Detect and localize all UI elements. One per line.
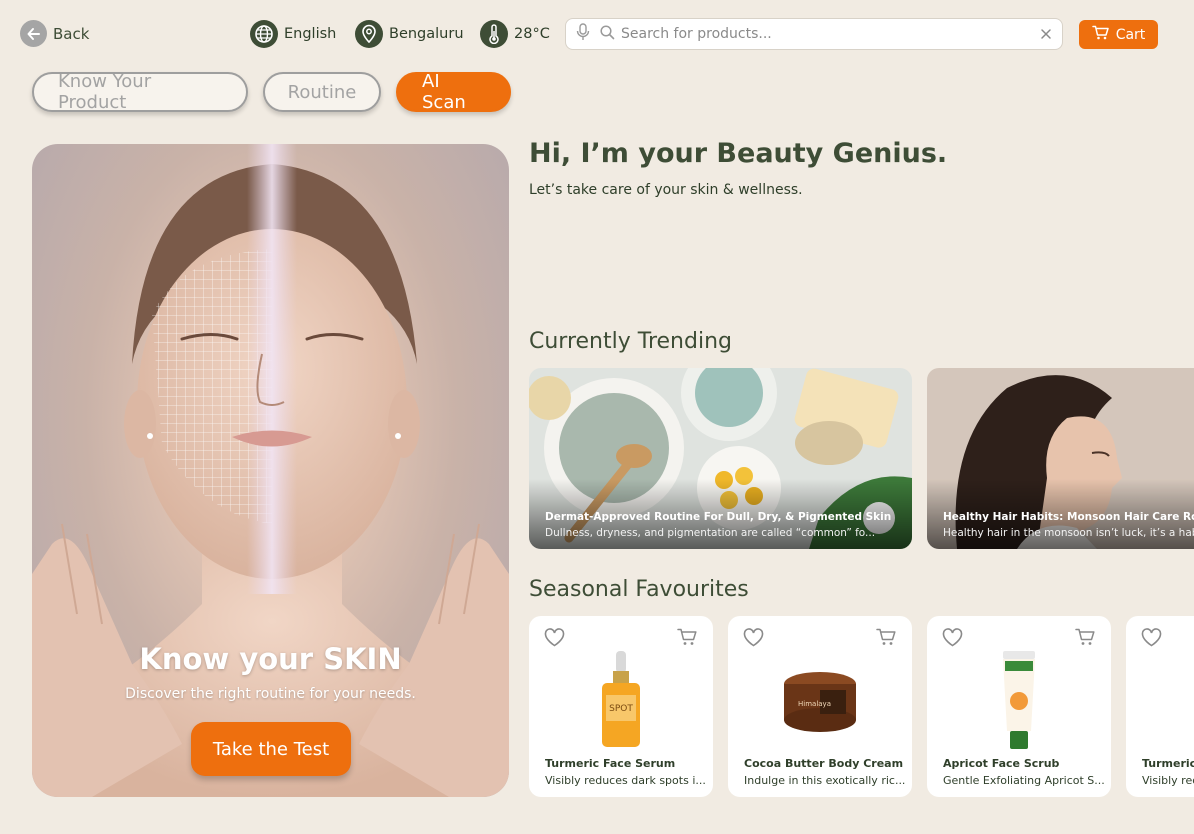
thermometer-icon [480, 20, 508, 48]
product-card[interactable]: SPOT Turmeric Face Serum Visibly reduces… [529, 616, 713, 797]
product-desc: Gentle Exfoliating Apricot S... [943, 774, 1105, 787]
top-bar: Back English Bengaluru 28°C Search for p… [20, 18, 1158, 50]
location-pin-icon [355, 20, 383, 48]
globe-icon [250, 20, 278, 48]
cart-label: Cart [1115, 26, 1146, 43]
greeting-title: Hi, I’m your Beauty Genius. [529, 138, 948, 169]
back-button[interactable]: Back [20, 20, 89, 47]
serum-bottle-image: SPOT [602, 651, 640, 747]
clear-icon[interactable] [1040, 25, 1052, 44]
heart-icon[interactable] [1141, 628, 1162, 651]
product-desc: Visibly reduces dark spots i... [545, 774, 706, 787]
location-label: Bengaluru [389, 26, 464, 42]
skin-test-hero-card: Know your SKIN Discover the right routin… [32, 144, 509, 797]
hero-title: Know your SKIN [139, 642, 402, 676]
trending-card[interactable]: Healthy Hair Habits: Monsoon Hair Care R… [927, 368, 1194, 549]
product-card[interactable]: Turmeric Face Serum Visibly reduces dark… [1126, 616, 1194, 797]
svg-text:SPOT: SPOT [609, 704, 633, 714]
tab-know-your-product[interactable]: Know Your Product [32, 71, 248, 113]
back-arrow-icon [20, 20, 47, 47]
location-selector[interactable]: Bengaluru [355, 20, 464, 48]
language-selector[interactable]: English [250, 20, 336, 48]
product-card[interactable]: Himalaya Cocoa Butter Body Cream Indulge… [728, 616, 912, 797]
greeting-subtitle: Let’s take care of your skin & wellness. [529, 182, 803, 198]
seasonal-heading: Seasonal Favourites [529, 577, 749, 602]
search-input[interactable] [621, 26, 1040, 42]
temperature-label: 28°C [514, 26, 550, 42]
svg-text:Himalaya: Himalaya [798, 700, 831, 708]
trending-heading: Currently Trending [529, 329, 732, 354]
tab-routine[interactable]: Routine [263, 72, 381, 112]
trending-card-desc: Healthy hair in the monsoon isn’t luck, … [943, 527, 1194, 539]
tab-ai-scan[interactable]: AI Scan [396, 71, 511, 113]
product-name: Apricot Face Scrub [943, 757, 1060, 770]
trending-card-desc: Dullness, dryness, and pigmentation are … [545, 527, 876, 539]
hero-subtitle: Discover the right routine for your need… [125, 686, 416, 702]
product-desc: Visibly reduces dark spots i... [1142, 774, 1194, 787]
language-label: English [284, 26, 337, 42]
product-card[interactable]: Apricot Face Scrub Gentle Exfoliating Ap… [927, 616, 1111, 797]
weather-indicator: 28°C [480, 20, 550, 48]
product-name: Turmeric Face Serum [1142, 757, 1194, 770]
cart-button[interactable]: Cart [1079, 20, 1158, 49]
mode-tabs: Know Your Product Routine AI Scan [32, 71, 511, 113]
trending-card-title: Healthy Hair Habits: Monsoon Hair Care R… [943, 511, 1194, 523]
product-name: Cocoa Butter Body Cream [744, 757, 904, 770]
back-label: Back [53, 24, 90, 43]
take-the-test-button[interactable]: Take the Test [191, 722, 351, 776]
product-desc: Indulge in this exotically ric... [744, 774, 906, 787]
microphone-icon[interactable] [576, 23, 590, 45]
product-name: Turmeric Face Serum [545, 757, 676, 770]
scrub-tube-image [1003, 651, 1035, 749]
cream-jar-image: Himalaya [784, 672, 856, 732]
search-icon [600, 24, 615, 44]
search-bar [565, 18, 1063, 50]
trending-card-title: Dermat-Approved Routine For Dull, Dry, &… [545, 511, 892, 523]
trending-card[interactable]: Dermat-Approved Routine For Dull, Dry, &… [529, 368, 912, 549]
cart-icon [1091, 25, 1109, 44]
